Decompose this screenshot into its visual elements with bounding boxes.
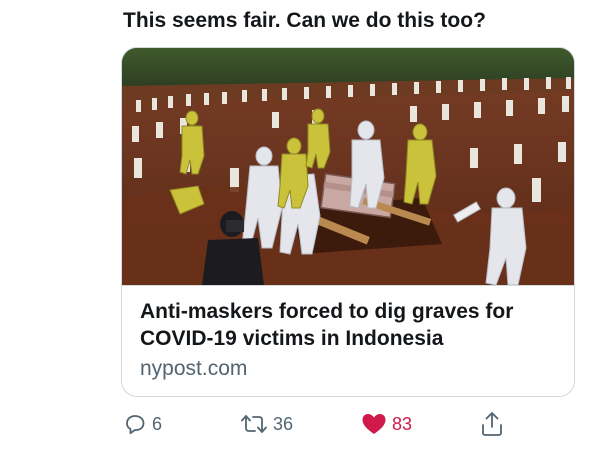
- like-button[interactable]: 83: [361, 408, 412, 440]
- like-count: 83: [392, 413, 413, 434]
- reply-icon: [126, 415, 145, 435]
- heart-icon: [362, 414, 386, 434]
- card-image[interactable]: [122, 48, 575, 285]
- retweet-count: 36: [273, 413, 294, 434]
- share-button[interactable]: [480, 408, 504, 440]
- reply-count: 6: [152, 413, 163, 434]
- link-card[interactable]: Anti-maskers forced to dig graves for CO…: [121, 47, 575, 397]
- retweet-button[interactable]: 36: [240, 408, 293, 440]
- tweet-actions: 6 36 83: [0, 408, 600, 440]
- tweet-text: This seems fair. Can we do this too?: [123, 9, 486, 32]
- retweet-icon: [241, 415, 267, 433]
- card-domain[interactable]: nypost.com: [140, 356, 558, 382]
- card-title[interactable]: Anti-maskers forced to dig graves for CO…: [140, 298, 558, 352]
- card-body[interactable]: Anti-maskers forced to dig graves for CO…: [122, 285, 574, 396]
- share-icon: [482, 412, 502, 436]
- reply-button[interactable]: 6: [123, 408, 162, 440]
